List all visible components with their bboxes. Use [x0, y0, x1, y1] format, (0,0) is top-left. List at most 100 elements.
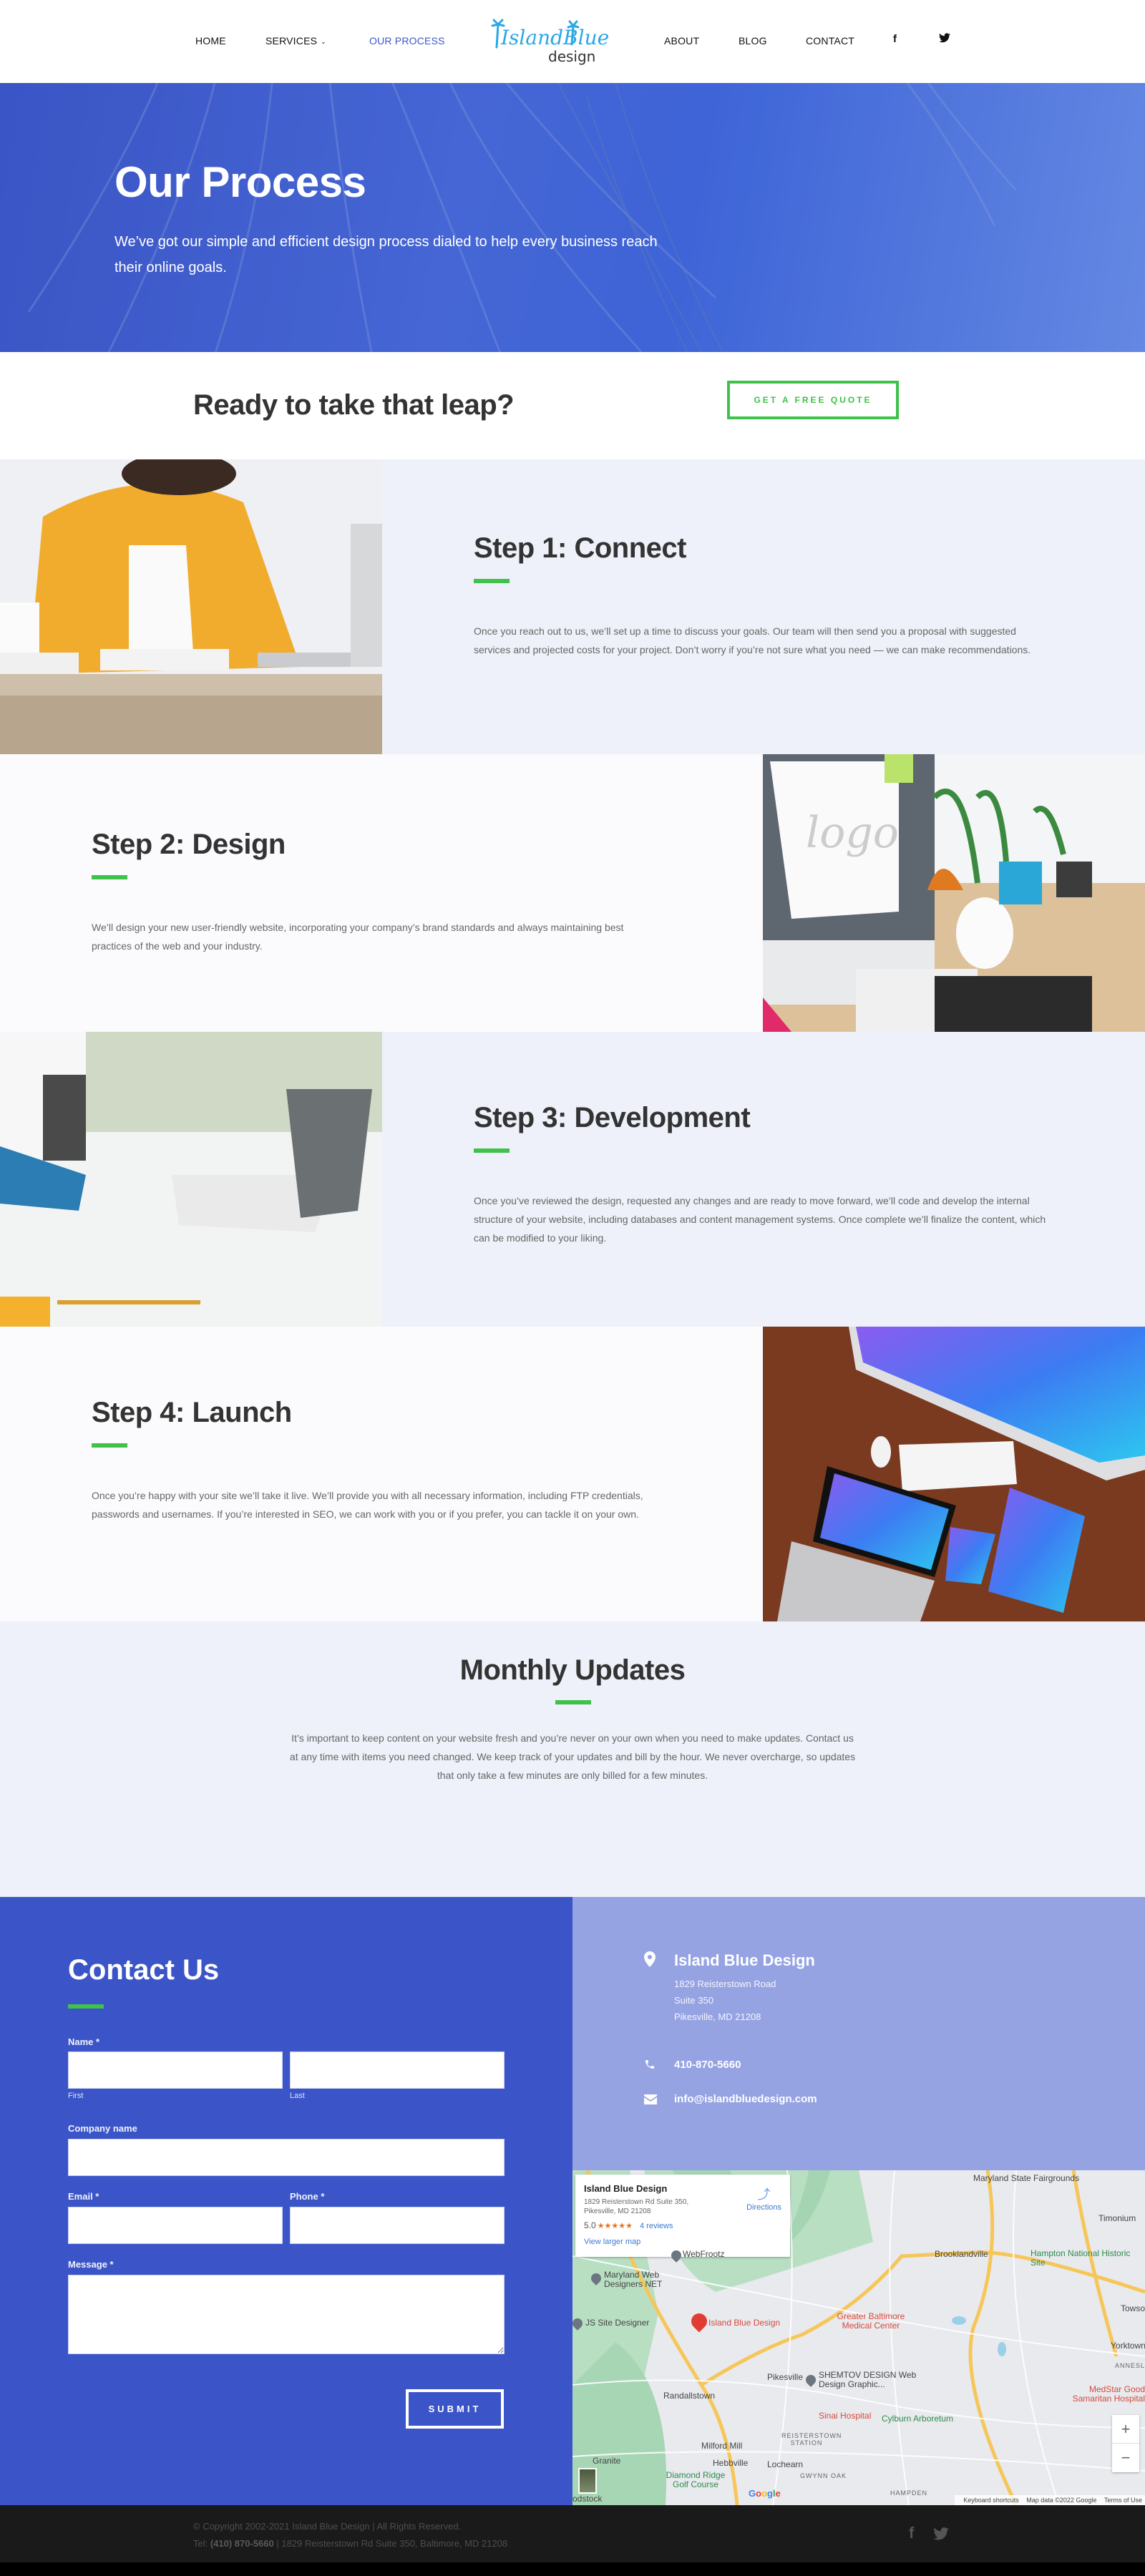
map-label: Island Blue Design	[708, 2318, 781, 2328]
map-label: ANNESLIE	[1115, 2362, 1145, 2369]
step-1-content: Step 1: Connect Once you reach out to us…	[474, 532, 1046, 659]
logo-icon: IslandBlue design	[491, 19, 609, 65]
footer-facebook-icon[interactable]: f	[909, 2524, 914, 2542]
nav-services[interactable]: SERVICES ⌄	[265, 35, 326, 47]
map-label: Pikesville	[767, 2372, 804, 2382]
step-3-section: Step 3: Development Once you’ve reviewed…	[0, 1032, 1145, 1327]
main-nav: HOME SERVICES ⌄ OUR PROCESS IslandBlue de…	[0, 0, 1145, 83]
svg-text:IslandBlue: IslandBlue	[500, 26, 609, 49]
keyboard-shortcuts-link[interactable]: Keyboard shortcuts	[963, 2497, 1019, 2504]
map-attribution: Keyboard shortcuts Map data ©2022 Google…	[955, 2495, 1145, 2505]
map-label: JS Site Designer	[585, 2318, 650, 2328]
map-zoom-control: + −	[1112, 2415, 1139, 2472]
map-place-address: 1829 Reisterstown Rd Suite 350, Pikesvil…	[584, 2198, 689, 2215]
title-underline	[92, 875, 127, 879]
phone-input[interactable]	[290, 2207, 505, 2244]
twitter-icon[interactable]	[939, 33, 950, 46]
step-2-content: Step 2: Design We’ll design your new use…	[92, 829, 664, 955]
rating-value: 5.0	[584, 2220, 596, 2230]
view-larger-map-link[interactable]: View larger map	[584, 2238, 781, 2246]
map-label: MedStar Good Samaritan Hospital	[1072, 2384, 1145, 2404]
google-map[interactable]: Island Blue Design 1829 Reisterstown Rd …	[572, 2170, 1145, 2505]
nav-about[interactable]: ABOUT	[664, 35, 699, 47]
title-underline	[474, 1148, 510, 1153]
footer-twitter-icon[interactable]	[933, 2526, 949, 2545]
phone-icon	[644, 2059, 656, 2074]
address-line-1: 1829 Reisterstown Road	[674, 1979, 776, 1989]
map-label: Timonium	[1098, 2213, 1136, 2223]
get-free-quote-button[interactable]: GET A FREE QUOTE	[727, 381, 899, 419]
map-label: SHEMTOV DESIGN Web Design Graphic...	[819, 2370, 917, 2389]
step-body: Once you’ve reviewed the design, request…	[474, 1195, 1046, 1244]
cta-title: Ready to take that leap?	[193, 389, 515, 421]
step-body: We’ll design your new user-friendly webs…	[92, 922, 624, 952]
last-name-sublabel: Last	[290, 2092, 305, 2100]
map-label: Granite	[593, 2456, 621, 2466]
nav-home[interactable]: HOME	[195, 35, 226, 47]
nav-our-process[interactable]: OUR PROCESS	[369, 35, 445, 47]
step-title: Step 3: Development	[474, 1102, 751, 1133]
woman-writing-on-phone-photo	[0, 459, 382, 754]
map-marker-icon	[644, 1951, 656, 1971]
palm-leaves-background	[0, 83, 1145, 352]
zoom-in-button[interactable]: +	[1112, 2415, 1139, 2444]
first-name-sublabel: First	[68, 2092, 84, 2100]
site-logo[interactable]: IslandBlue design	[484, 13, 620, 70]
zoom-out-button[interactable]: −	[1112, 2444, 1139, 2472]
directions-button[interactable]: ⤴ Directions	[746, 2185, 781, 2212]
message-label: Message *	[68, 2259, 114, 2270]
copyright-text: © Copyright 2002-2021 Island Blue Design…	[193, 2521, 462, 2532]
contact-title: Contact Us	[68, 1954, 220, 1986]
directions-icon: ⤴	[757, 2187, 771, 2202]
contact-section: Contact Us Name * First Last Company nam…	[0, 1897, 1145, 2505]
email-link[interactable]: info@islandbluedesign.com	[674, 2093, 817, 2105]
company-label: Company name	[68, 2123, 137, 2134]
map-label: Hampton National Historic Site	[1030, 2248, 1131, 2268]
email-input[interactable]	[68, 2207, 283, 2244]
step-body: Once you reach out to us, we’ll set up a…	[474, 625, 1031, 655]
map-place-rating: 5.0 ★★★★★ 4 reviews	[584, 2220, 781, 2230]
map-label: WebFrootz	[683, 2249, 725, 2259]
monthly-updates-section: Monthly Updates It’s important to keep c…	[0, 1621, 1145, 1897]
hero-subtitle: We’ve got our simple and efficient desig…	[114, 234, 658, 275]
contact-info-panel: Island Blue Design 1829 Reisterstown Roa…	[572, 1897, 1145, 2170]
step-4-content: Step 4: Launch Once you’re happy with yo…	[92, 1397, 664, 1523]
title-underline	[555, 1700, 591, 1704]
nav-blog[interactable]: BLOG	[739, 35, 767, 47]
terms-of-use-link[interactable]: Terms of Use	[1104, 2497, 1142, 2504]
map-label: Greater Baltimore Medical Center	[837, 2311, 905, 2331]
last-name-input[interactable]	[290, 2051, 505, 2089]
footer-address: | 1829 Reisterstown Rd Suite 350, Baltim…	[273, 2538, 508, 2549]
facebook-icon[interactable]: f	[893, 33, 897, 45]
map-label: GWYNN OAK	[800, 2472, 847, 2479]
map-label: Maryland State Fairgrounds	[973, 2173, 1080, 2183]
footer-phone-link[interactable]: (410) 870-5660	[210, 2538, 274, 2549]
address-line-2: Suite 350	[674, 1995, 713, 2006]
map-label: Randallstown	[663, 2391, 716, 2401]
page-title: Our Process	[114, 158, 366, 206]
monthly-updates-body: It’s important to keep content on your w…	[289, 1732, 856, 1781]
nav-contact[interactable]: CONTACT	[806, 35, 854, 47]
map-label: Towson	[1121, 2303, 1145, 2313]
reviews-link[interactable]: 4 reviews	[640, 2222, 673, 2230]
cta-banner: Ready to take that leap? GET A FREE QUOT…	[0, 352, 1145, 459]
map-label: Milford Mill	[701, 2441, 743, 2451]
company-name-input[interactable]	[68, 2139, 505, 2176]
step-4-section: Step 4: Launch Once you’re happy with yo…	[0, 1327, 1145, 1621]
first-name-input[interactable]	[68, 2051, 283, 2089]
phone-link[interactable]: 410-870-5660	[674, 2059, 741, 2071]
footer-bottom-bar	[0, 2562, 1145, 2576]
responsive-devices-desk-photo	[763, 1327, 1145, 1621]
step-2-section: Step 2: Design We’ll design your new use…	[0, 754, 1145, 1032]
tel-prefix: Tel:	[193, 2538, 210, 2549]
submit-button[interactable]: SUBMIT	[406, 2389, 504, 2429]
satellite-toggle[interactable]	[578, 2468, 597, 2494]
contact-form-panel: Contact Us Name * First Last Company nam…	[0, 1897, 572, 2505]
message-textarea[interactable]	[68, 2275, 505, 2354]
map-place-card: Island Blue Design 1829 Reisterstown Rd …	[575, 2175, 790, 2257]
phone-label: Phone *	[290, 2191, 325, 2202]
map-label: Diamond Ridge Golf Course	[666, 2470, 726, 2489]
map-label: Lochearn	[767, 2459, 804, 2469]
company-name: Island Blue Design	[674, 1951, 815, 1969]
svg-text:logo: logo	[806, 808, 899, 858]
